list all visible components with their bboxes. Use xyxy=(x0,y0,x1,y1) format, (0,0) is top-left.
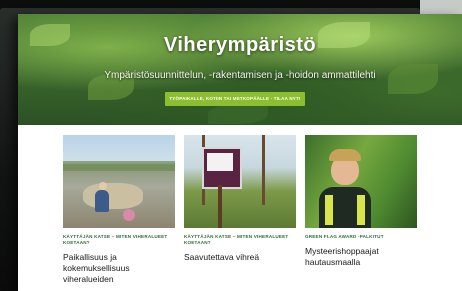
background-window xyxy=(420,0,462,14)
article-image[interactable] xyxy=(63,135,175,228)
article-category[interactable]: Käyttäjän katse – miten viheralueet koet… xyxy=(63,234,175,246)
article-image[interactable] xyxy=(305,135,417,228)
article-card[interactable]: Käyttäjän katse – miten viheralueet koet… xyxy=(184,135,296,263)
subscribe-button[interactable]: TYÖPAIKALLE, KOTIIN TAI METKOPÄÄLLE · TI… xyxy=(165,92,305,106)
website-screen: Viherympäristö Ympäristösuunnittelun, -r… xyxy=(18,14,462,291)
hero-banner: Viherympäristö Ympäristösuunnittelun, -r… xyxy=(18,14,462,125)
article-card[interactable]: Käyttäjän katse – miten viheralueet koet… xyxy=(63,135,175,285)
article-title[interactable]: Saavutettava vihreä xyxy=(184,252,296,263)
article-grid: Käyttäjän katse – miten viheralueet koet… xyxy=(18,125,462,291)
site-title[interactable]: Viherympäristö xyxy=(18,34,462,57)
article-category[interactable]: Green Flag Award -palkitut xyxy=(305,234,417,240)
leaf-decoration xyxy=(208,104,268,124)
article-category[interactable]: Käyttäjän katse – miten viheralueet koet… xyxy=(184,234,296,246)
site-tagline: Ympäristösuunnittelun, -rakentamisen ja … xyxy=(104,70,376,81)
article-image[interactable] xyxy=(184,135,296,228)
article-title[interactable]: Paikallisuus ja kokemuksellisuus viheral… xyxy=(63,252,175,285)
article-title[interactable]: Mysteerishoppaajat hautausmaalla xyxy=(305,246,417,268)
article-card[interactable]: Green Flag Award -palkitut Mysteerishopp… xyxy=(305,135,417,268)
